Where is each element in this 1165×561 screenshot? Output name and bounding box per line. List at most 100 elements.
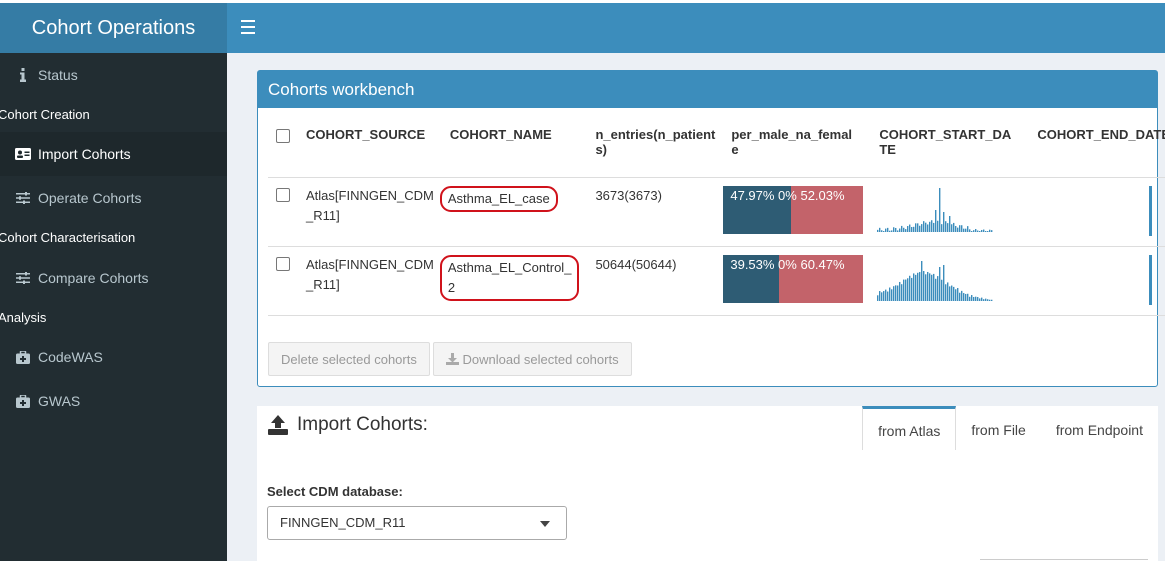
histogram-bar [981,297,983,301]
column-header[interactable]: n_entries(n_patient s) [587,121,724,178]
row-checkbox[interactable] [276,256,290,271]
sidebar-item-operate-cohorts[interactable]: Operate Cohorts [0,176,227,220]
histogram-bar [991,229,993,232]
histogram-bar [885,228,887,232]
histogram-bar [991,299,993,301]
sex-bar-cell: 47.97% 0% 52.03% [723,177,872,247]
histogram-bar [909,275,911,301]
cdm-database-select[interactable]: FINNGEN_CDM_R11 [267,506,567,540]
histogram-bar [949,285,951,301]
histogram-bar [969,228,971,232]
sidebar-header-cohort-creation: Cohort Creation [0,107,90,122]
download-selected-button[interactable]: Download selected cohorts [433,342,632,376]
histogram-bar [915,274,917,301]
histogram-bar [937,220,939,232]
menu-toggle-icon[interactable] [241,20,255,34]
table-row[interactable]: Atlas[FINNGEN_CDM _R11] Asthma_EL_Contro… [268,246,1165,316]
histogram-bar [975,228,977,232]
histogram-bar [945,283,947,301]
histogram-bar [983,229,985,232]
sex-distribution-bar: 39.53% 0% 60.47% [723,254,864,303]
app-title[interactable]: Cohort Operations [0,3,227,53]
histogram-bar [929,221,931,232]
cdm-database-value: FINNGEN_CDM_R11 [280,515,406,530]
histogram-bar [889,230,891,232]
histogram-bar [919,271,921,301]
sidebar-item-compare-cohorts[interactable]: Compare Cohorts [0,256,227,300]
sidebar-item-label: Import Cohorts [38,146,131,162]
histogram-bar [931,219,933,232]
histogram-bar [883,230,885,232]
histogram-bar [947,281,949,301]
histogram-bar [909,224,911,232]
histogram-bar [929,272,931,301]
histogram-bar [901,225,903,232]
column-header[interactable]: COHORT_START_DA TE [871,121,1030,178]
histogram-bar [959,224,961,232]
column-header[interactable]: COHORT_SOURCE [298,121,442,178]
column-header[interactable]: COHORT_NAME [441,121,588,178]
histogram-bar [879,290,881,301]
sliders-icon [15,176,31,220]
cohort-source: Atlas[FINNGEN_CDM _R11] [298,177,442,247]
start-date-cell [871,177,1030,247]
histogram-bar [939,187,941,232]
select-all-checkbox[interactable] [276,129,290,143]
histogram-bar [979,230,981,232]
histogram-bar [921,260,923,301]
tab-from-file[interactable]: from File [956,406,1040,450]
row-select-cell [268,246,298,316]
cdm-database-label: Select CDM database: [267,484,403,499]
sidebar-item-gwas[interactable]: GWAS [0,379,227,423]
import-title: Import Cohorts: [267,414,428,436]
histogram-bar [915,222,917,232]
histogram-bar [923,270,925,301]
histogram-bar [905,279,907,301]
sidebar-item-status[interactable]: Status [0,53,227,97]
histogram-bar [903,279,905,301]
histogram-bar [879,227,881,232]
sidebar-item-import-cohorts[interactable]: Import Cohorts [0,132,227,176]
histogram-bar [955,288,957,301]
sex-percent-label: 47.97% 0% 52.03% [730,187,845,203]
histogram-bar [939,266,941,301]
column-header[interactable]: COHORT_END_DATE [1029,121,1165,178]
histogram-bar [923,220,925,232]
column-header[interactable]: per_male_na_femal e [723,121,872,178]
cohort-name: Asthma_EL_case [439,185,558,212]
histogram-bar [899,228,901,232]
delete-selected-button[interactable]: Delete selected cohorts [268,342,430,376]
histogram-bar [975,296,977,301]
histogram-bar [935,209,937,232]
tab-from-atlas[interactable]: from Atlas [862,406,957,450]
histogram-bar [989,229,991,232]
sex-distribution-bar: 47.97% 0% 52.03% [723,185,864,234]
cohort-name-cell: Asthma_EL_case [439,177,588,247]
histogram-bar [907,225,909,232]
sidebar-item-label: Compare Cohorts [38,270,149,286]
histogram-bar [933,222,935,232]
cohort-source: Atlas[FINNGEN_CDM _R11] [298,246,442,316]
tab-from-endpoint[interactable]: from Endpoint [1041,406,1158,450]
import-cohorts-box: Import Cohorts: from Atlas from File fro… [257,406,1158,561]
medkit-icon [15,335,31,379]
histogram-bar [883,290,885,301]
histogram-bar [941,279,943,301]
medkit-icon [15,379,31,423]
sidebar-item-codewas[interactable]: CodeWAS [0,335,227,379]
table-row[interactable]: Atlas[FINNGEN_CDM _R11] Asthma_EL_case 3… [268,177,1165,247]
histogram-bar [933,273,935,301]
entries-count: 50644(50644) [587,246,724,316]
download-label: Download selected cohorts [462,352,619,367]
histogram-bar [971,294,973,301]
histogram-bar [877,229,879,232]
histogram-bar [907,277,909,301]
download-icon [446,353,460,365]
histogram-bar [987,298,989,301]
cohort-name: Asthma_EL_Control_ 2 [439,254,580,301]
sidebar: Status Cohort Creation Import Cohorts Op… [0,53,227,561]
histogram-bar [987,230,989,232]
import-tabs: from Atlas from File from Endpoint [862,406,1158,450]
row-checkbox[interactable] [276,187,290,202]
histogram-bar [905,228,907,232]
